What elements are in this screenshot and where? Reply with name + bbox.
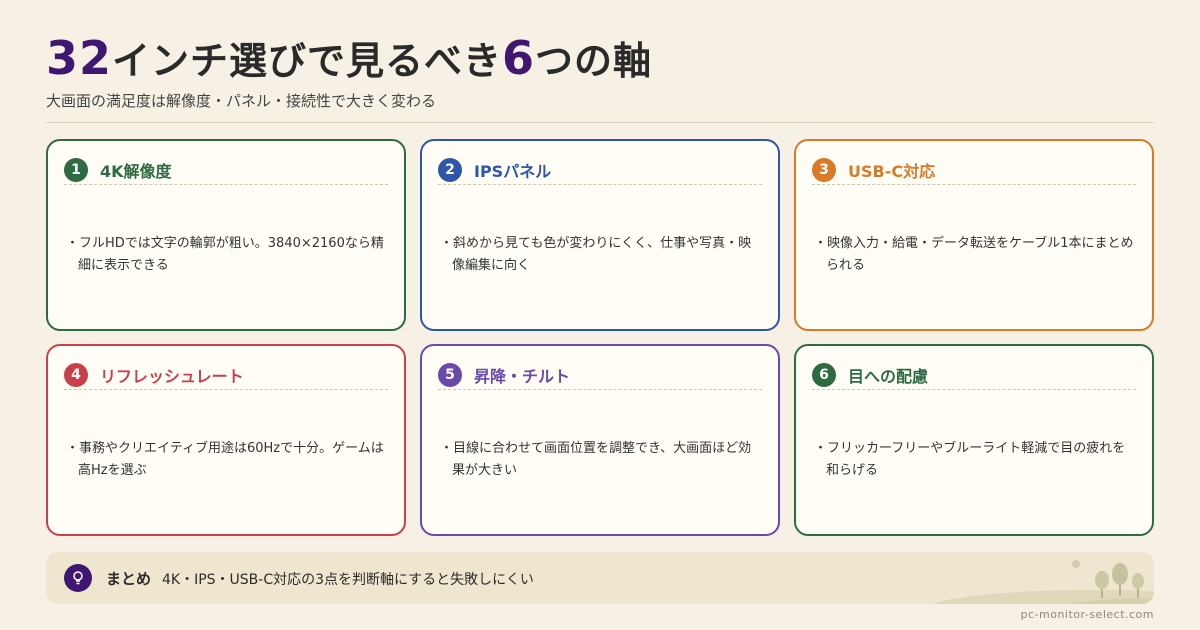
- card-text: ・目線に合わせて画面位置を調整でき、大画面ほど効果が大きい: [440, 441, 752, 478]
- title-text-end: つの軸: [535, 39, 653, 83]
- card-title: 昇降・チルト: [474, 367, 571, 386]
- title-number-32: 32: [46, 31, 113, 85]
- card-text: ・斜めから見ても色が変わりにくく、仕事や写真・映像編集に向く: [440, 236, 752, 273]
- number-badge: 2: [438, 158, 462, 182]
- card-title: USB-C対応: [848, 162, 936, 181]
- card-text: ・事務やクリエイティブ用途は60Hzで十分。ゲームは高Hzを選ぶ: [66, 441, 384, 478]
- number-badge: 5: [438, 363, 462, 387]
- card-header: 5 昇降・チルト: [438, 360, 762, 390]
- card-text: ・映像入力・給電・データ転送をケーブル1本にまとめられる: [814, 236, 1134, 273]
- header-divider: [46, 122, 1154, 123]
- card-divider: [64, 184, 388, 185]
- card-divider: [438, 184, 762, 185]
- number-badge: 3: [812, 158, 836, 182]
- card-divider: [812, 389, 1136, 390]
- card-divider: [64, 389, 388, 390]
- number-badge: 6: [812, 363, 836, 387]
- card-title: 目への配慮: [848, 367, 929, 386]
- card-title: 4K解像度: [100, 162, 172, 181]
- card-header: 4 リフレッシュレート: [64, 360, 388, 390]
- summary-text: 4K・IPS・USB-C対応の3点を判断軸にすると失敗しにくい: [162, 572, 534, 588]
- card-header: 1 4K解像度: [64, 155, 388, 185]
- lightbulb-icon: [64, 564, 92, 592]
- card-header: 6 目への配慮: [812, 360, 1136, 390]
- card-4k-resolution: 1 4K解像度 ・フルHDでは文字の輪郭が粗い。3840×2160なら精細に表示…: [46, 139, 406, 331]
- summary-label: まとめ: [106, 570, 152, 588]
- card-title: IPSパネル: [474, 162, 552, 181]
- card-refresh-rate: 4 リフレッシュレート ・事務やクリエイティブ用途は60Hzで十分。ゲームは高H…: [46, 344, 406, 536]
- card-usb-c: 3 USB-C対応 ・映像入力・給電・データ転送をケーブル1本にまとめられる: [794, 139, 1154, 331]
- card-eye-care: 6 目への配慮 ・フリッカーフリーやブルーライト軽減で目の疲れを和らげる: [794, 344, 1154, 536]
- card-divider: [438, 389, 762, 390]
- page-subtitle: 大画面の満足度は解像度・パネル・接続性で大きく変わる: [46, 92, 437, 110]
- card-divider: [812, 184, 1136, 185]
- footer-url: pc-monitor-select.com: [1020, 608, 1154, 621]
- landscape-decoration: [931, 560, 1154, 604]
- page-title: 32インチ選びで見るべき6つの軸: [46, 30, 652, 85]
- title-number-6: 6: [502, 31, 536, 85]
- number-badge: 4: [64, 363, 88, 387]
- card-header: 3 USB-C対応: [812, 155, 1136, 185]
- summary-bar: まとめ 4K・IPS・USB-C対応の3点を判断軸にすると失敗しにくい: [46, 552, 1154, 604]
- card-ips-panel: 2 IPSパネル ・斜めから見ても色が変わりにくく、仕事や写真・映像編集に向く: [420, 139, 780, 331]
- card-title: リフレッシュレート: [100, 367, 244, 386]
- card-height-tilt: 5 昇降・チルト ・目線に合わせて画面位置を調整でき、大画面ほど効果が大きい: [420, 344, 780, 536]
- card-text: ・フリッカーフリーやブルーライト軽減で目の疲れを和らげる: [814, 441, 1126, 478]
- number-badge: 1: [64, 158, 88, 182]
- title-text-mid: インチ選びで見るべき: [112, 39, 503, 83]
- card-text: ・フルHDでは文字の輪郭が粗い。3840×2160なら精細に表示できる: [66, 236, 384, 273]
- card-header: 2 IPSパネル: [438, 155, 762, 185]
